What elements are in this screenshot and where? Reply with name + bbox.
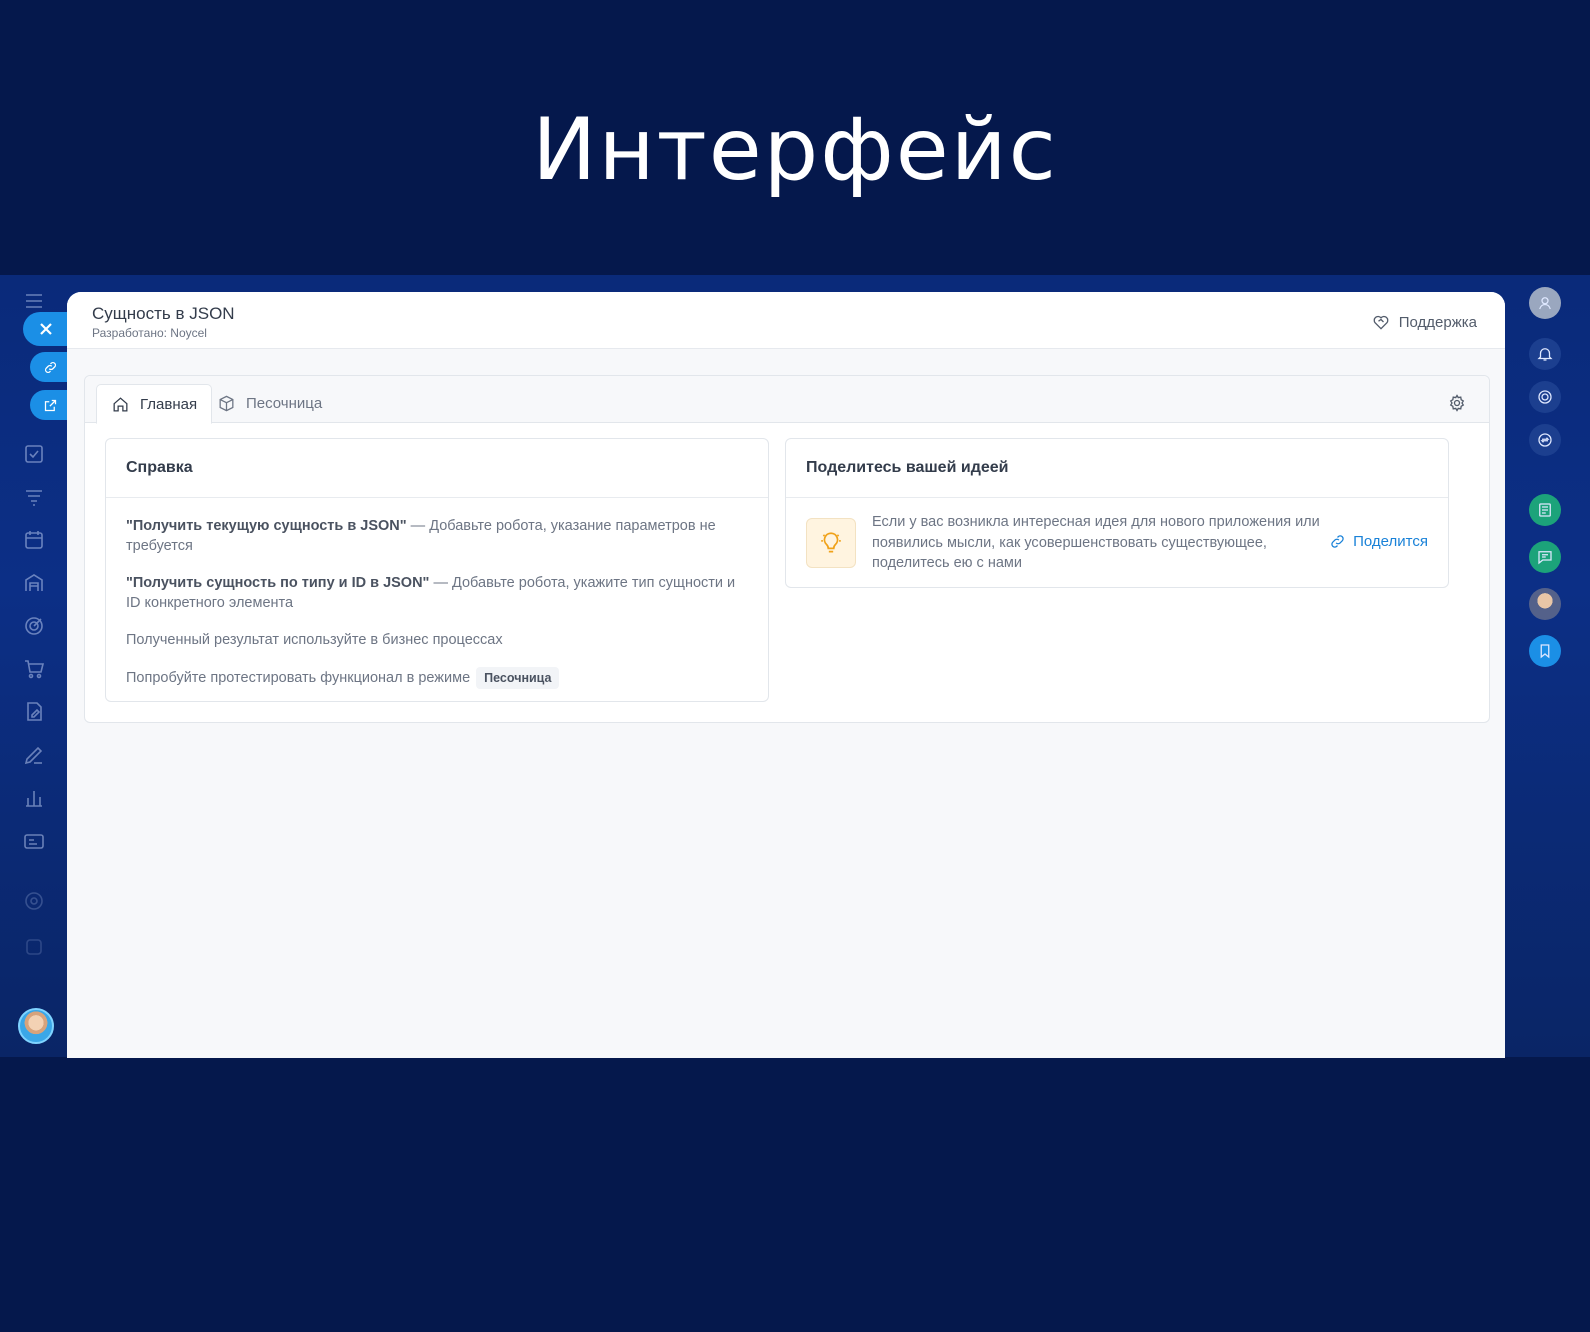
bookmark-icon bbox=[1540, 644, 1550, 659]
bookmarks-button[interactable] bbox=[1529, 635, 1561, 667]
tab-label: Главная bbox=[140, 395, 198, 413]
help-item: Полученный результат используйте в бизне… bbox=[126, 630, 748, 650]
app-title: Сущность в JSON bbox=[92, 304, 235, 323]
contact-avatar[interactable] bbox=[1529, 588, 1561, 620]
copy-link-button[interactable] bbox=[30, 352, 70, 382]
settings-button[interactable] bbox=[1447, 393, 1467, 413]
lightbulb-icon bbox=[806, 518, 856, 568]
right-sidebar bbox=[1505, 285, 1585, 685]
home-icon bbox=[113, 396, 128, 411]
document-edit-icon[interactable] bbox=[22, 700, 46, 724]
chat-button[interactable] bbox=[1529, 541, 1561, 573]
external-link-icon bbox=[44, 399, 56, 411]
user-icon bbox=[1539, 297, 1551, 310]
heart-handshake-icon bbox=[1373, 315, 1389, 330]
help-item: "Получить текущую сущность в JSON" — Доб… bbox=[126, 516, 748, 556]
settings-rail-icon[interactable] bbox=[22, 889, 46, 913]
idea-text: Если у вас возникла интересная идея для … bbox=[872, 514, 1320, 571]
app-header: Сущность в JSON Разработано: Noycel Подд… bbox=[67, 292, 1505, 349]
spiral-icon bbox=[1538, 390, 1552, 404]
profile-button[interactable] bbox=[1529, 287, 1561, 319]
tab-label: Песочница bbox=[246, 394, 323, 412]
pen-icon[interactable] bbox=[22, 743, 46, 767]
tabs-bar: Главная Песочница bbox=[85, 376, 1489, 424]
tab-sandbox[interactable]: Песочница bbox=[203, 384, 336, 422]
support-label: Поддержка bbox=[1398, 313, 1477, 331]
help-item: "Получить сущность по типу и ID в JSON" … bbox=[126, 573, 748, 613]
bell-icon bbox=[1537, 348, 1553, 361]
help-card: Справка "Получить текущую сущность в JSO… bbox=[105, 438, 769, 702]
sync-icon bbox=[1538, 433, 1552, 447]
feed-button[interactable] bbox=[1529, 494, 1561, 526]
idea-card: Поделитесь вашей идеей Если у вас возник… bbox=[785, 438, 1449, 588]
open-new-window-button[interactable] bbox=[30, 390, 70, 420]
help-card-title: Справка bbox=[106, 439, 768, 498]
calendar-icon[interactable] bbox=[22, 528, 46, 552]
apps-icon[interactable] bbox=[22, 935, 46, 959]
contact-card-icon[interactable] bbox=[22, 829, 46, 853]
sandbox-chip: Песочница bbox=[476, 667, 560, 689]
help-body: "Получить текущую сущность в JSON" — Доб… bbox=[106, 498, 768, 689]
filter-icon[interactable] bbox=[22, 485, 46, 509]
app-window: Сущность в JSON Разработано: Noycel Подд… bbox=[67, 292, 1505, 1058]
news-icon bbox=[1539, 503, 1551, 517]
link-icon bbox=[1331, 535, 1344, 548]
chat-icon bbox=[1538, 551, 1552, 565]
idea-card-title: Поделитесь вашей идеей bbox=[786, 439, 1448, 498]
help-item-title: "Получить сущность по типу и ID в JSON" bbox=[126, 575, 430, 591]
user-avatar-left[interactable] bbox=[18, 1008, 54, 1044]
help-item-title: "Получить текущую сущность в JSON" bbox=[126, 518, 407, 534]
support-link[interactable]: Поддержка bbox=[1371, 312, 1477, 332]
share-idea-link[interactable]: Поделится bbox=[1329, 533, 1428, 550]
tab-home[interactable]: Главная bbox=[96, 384, 213, 424]
gear-icon bbox=[1449, 394, 1465, 412]
share-label: Поделится bbox=[1353, 533, 1428, 550]
idea-body: Если у вас возникла интересная идея для … bbox=[786, 498, 1448, 586]
menu-icon[interactable] bbox=[22, 289, 46, 313]
notifications-button[interactable] bbox=[1529, 338, 1561, 370]
link-icon bbox=[44, 361, 56, 373]
close-icon bbox=[40, 323, 52, 335]
cart-icon[interactable] bbox=[22, 657, 46, 681]
box-icon bbox=[219, 395, 234, 411]
hero-title: Интерфейс bbox=[532, 100, 1058, 200]
warehouse-icon[interactable] bbox=[22, 571, 46, 595]
tasks-icon[interactable] bbox=[22, 442, 46, 466]
help-item-text: Попробуйте протестировать функционал в р… bbox=[126, 670, 471, 686]
app-subtitle: Разработано: Noycel bbox=[92, 326, 207, 340]
help-item: Попробуйте протестировать функционал в р… bbox=[126, 667, 748, 689]
analytics-icon[interactable] bbox=[22, 786, 46, 810]
workspace-panel: Главная Песочница Справка "Получить теку… bbox=[84, 375, 1490, 723]
close-slider-button[interactable] bbox=[23, 312, 69, 346]
sync-button[interactable] bbox=[1529, 424, 1561, 456]
help-item-text: Полученный результат используйте в бизне… bbox=[126, 632, 503, 648]
copilot-button[interactable] bbox=[1529, 381, 1561, 413]
target-icon[interactable] bbox=[22, 614, 46, 638]
